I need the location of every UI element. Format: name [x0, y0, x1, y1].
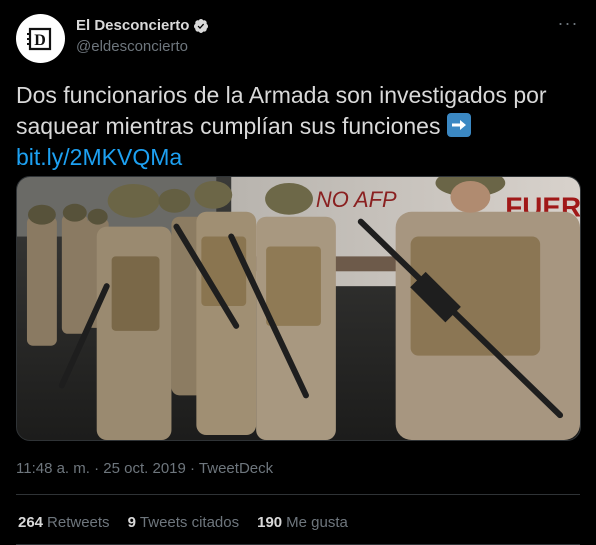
quote-tweets-stat[interactable]: 9 Tweets citados — [128, 514, 240, 531]
tweet-time[interactable]: 11:48 a. m. — [16, 460, 90, 477]
tweet-meta: 11:48 a. m. · 25 oct. 2019 · TweetDeck — [16, 460, 273, 477]
tweet-header: D El Desconcierto @eldesconcierto ··· — [16, 14, 580, 64]
svg-text:D: D — [34, 32, 46, 49]
handle[interactable]: @eldesconcierto — [76, 38, 209, 55]
tweet-date[interactable]: 25 oct. 2019 — [103, 460, 186, 477]
tweet-text: Dos funcionarios de la Armada son invest… — [16, 80, 580, 173]
verified-badge-icon — [194, 18, 209, 33]
tweet-link[interactable]: bit.ly/2MKVQMa — [16, 144, 182, 170]
display-name[interactable]: El Desconcierto — [76, 17, 189, 34]
tweet-photo[interactable]: NO AFP FUERZ — [16, 176, 581, 441]
tweet-stats: 264 Retweets 9 Tweets citados 190 Me gusta — [18, 514, 366, 531]
more-options-icon[interactable]: ··· — [556, 14, 580, 36]
tweet-source[interactable]: TweetDeck — [199, 460, 273, 477]
el-desconcierto-logo-icon: D — [26, 27, 51, 50]
svg-text:NO AFP: NO AFP — [316, 187, 397, 212]
divider — [16, 494, 580, 495]
meta-separator: · — [185, 460, 199, 477]
soldiers-photo: NO AFP FUERZ — [17, 177, 580, 440]
avatar[interactable]: D — [16, 14, 65, 63]
meta-separator: · — [89, 460, 104, 477]
arrow-right-icon — [446, 113, 471, 137]
retweets-stat[interactable]: 264 Retweets — [18, 514, 110, 531]
tweet-card: D El Desconcierto @eldesconcierto ··· Do… — [0, 0, 596, 545]
author-names: El Desconcierto @eldesconcierto — [76, 17, 209, 55]
likes-stat[interactable]: 190 Me gusta — [257, 514, 348, 531]
